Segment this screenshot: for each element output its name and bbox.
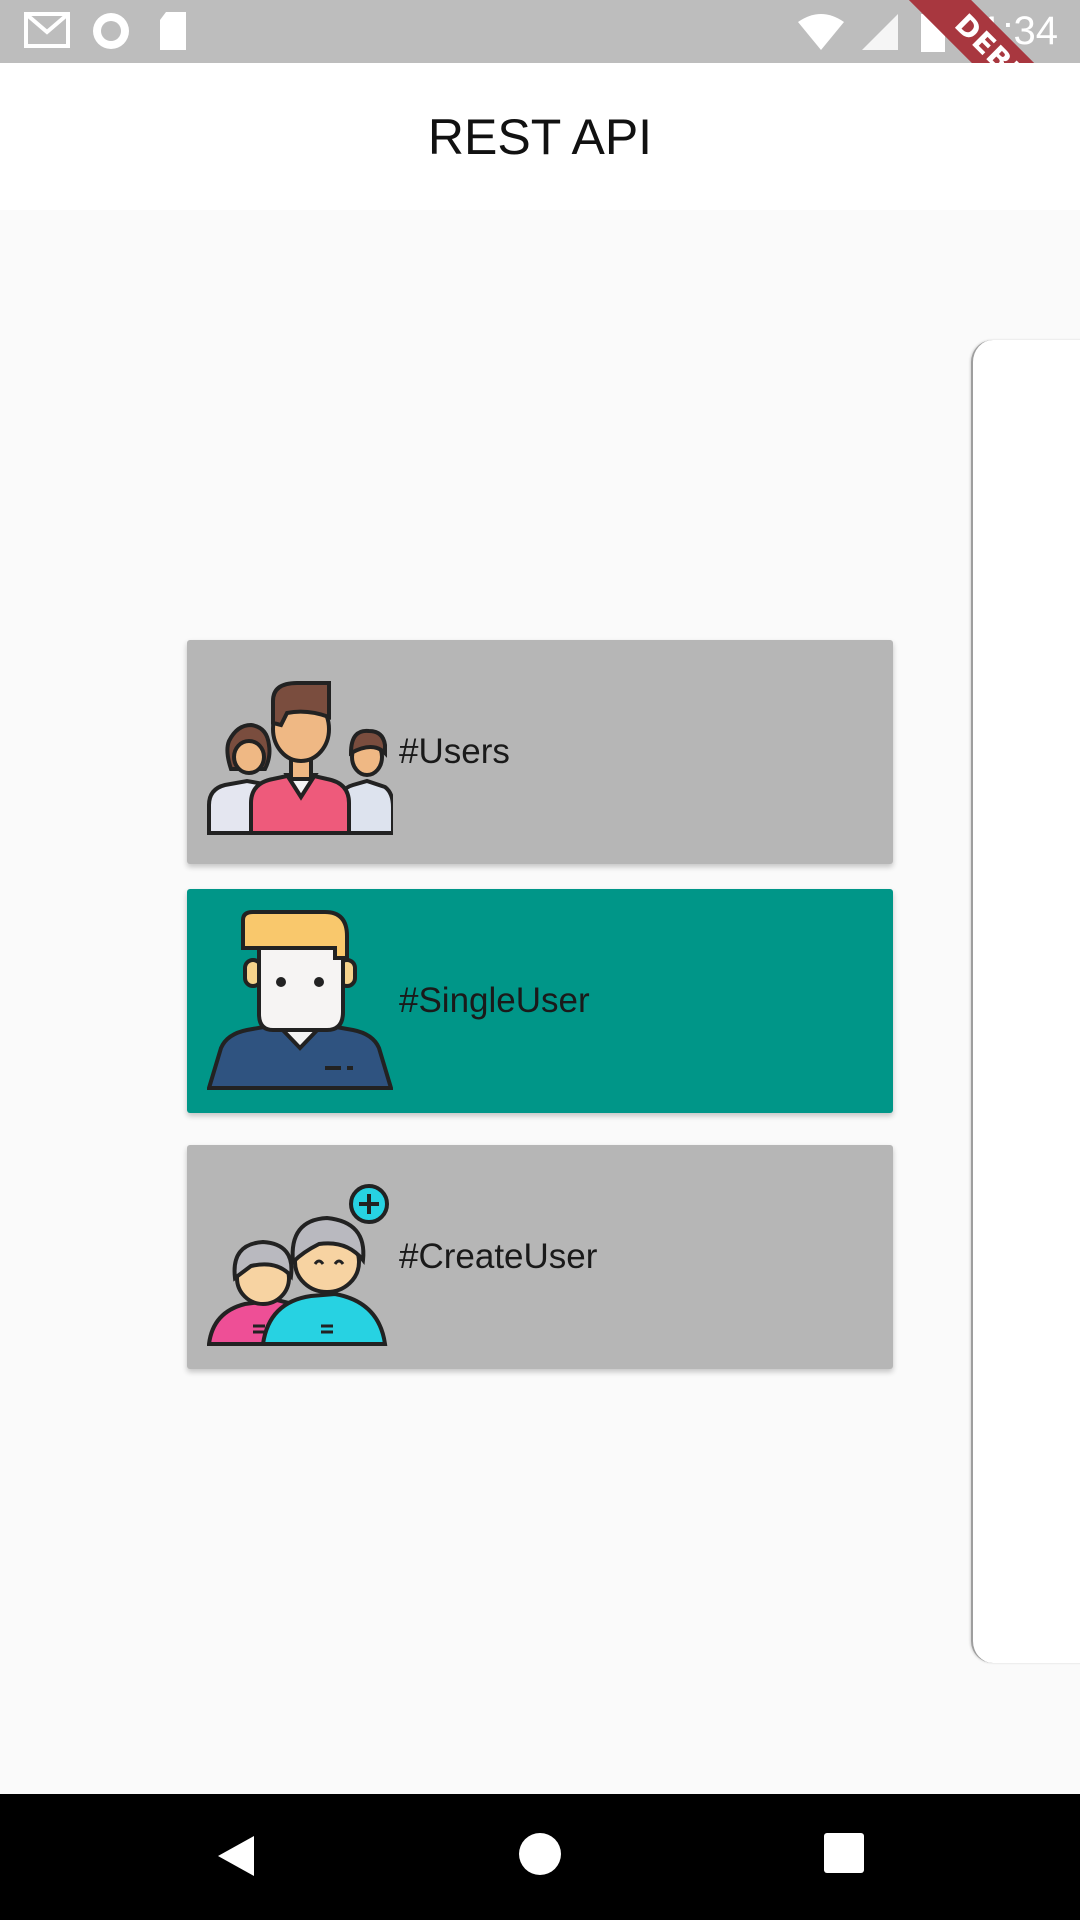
users-label: #Users — [399, 732, 510, 771]
system-navigation-bar — [0, 1794, 1080, 1920]
page-title: REST API — [427, 108, 653, 165]
single-user-icon — [207, 910, 393, 1090]
gmail-icon — [24, 12, 70, 48]
status-bar: 11:34 DEBUG — [0, 0, 1080, 63]
single-user-card[interactable]: #SingleUser — [187, 889, 893, 1113]
create-user-label: #CreateUser — [399, 1237, 598, 1276]
app-bar: REST API — [0, 63, 1080, 210]
create-user-icon — [207, 1184, 389, 1346]
record-icon — [93, 13, 129, 49]
create-user-card[interactable]: #CreateUser — [187, 1145, 893, 1369]
home-icon[interactable] — [518, 1832, 562, 1876]
recents-icon[interactable] — [823, 1832, 865, 1874]
single-user-label: #SingleUser — [399, 981, 590, 1020]
back-icon[interactable] — [214, 1832, 258, 1880]
users-card[interactable]: #Users — [187, 640, 893, 864]
wifi-icon — [798, 14, 844, 50]
side-panel-card[interactable] — [971, 340, 1080, 1663]
signal-icon — [862, 14, 898, 50]
sd-card-icon — [160, 12, 186, 50]
users-group-icon — [207, 681, 393, 835]
